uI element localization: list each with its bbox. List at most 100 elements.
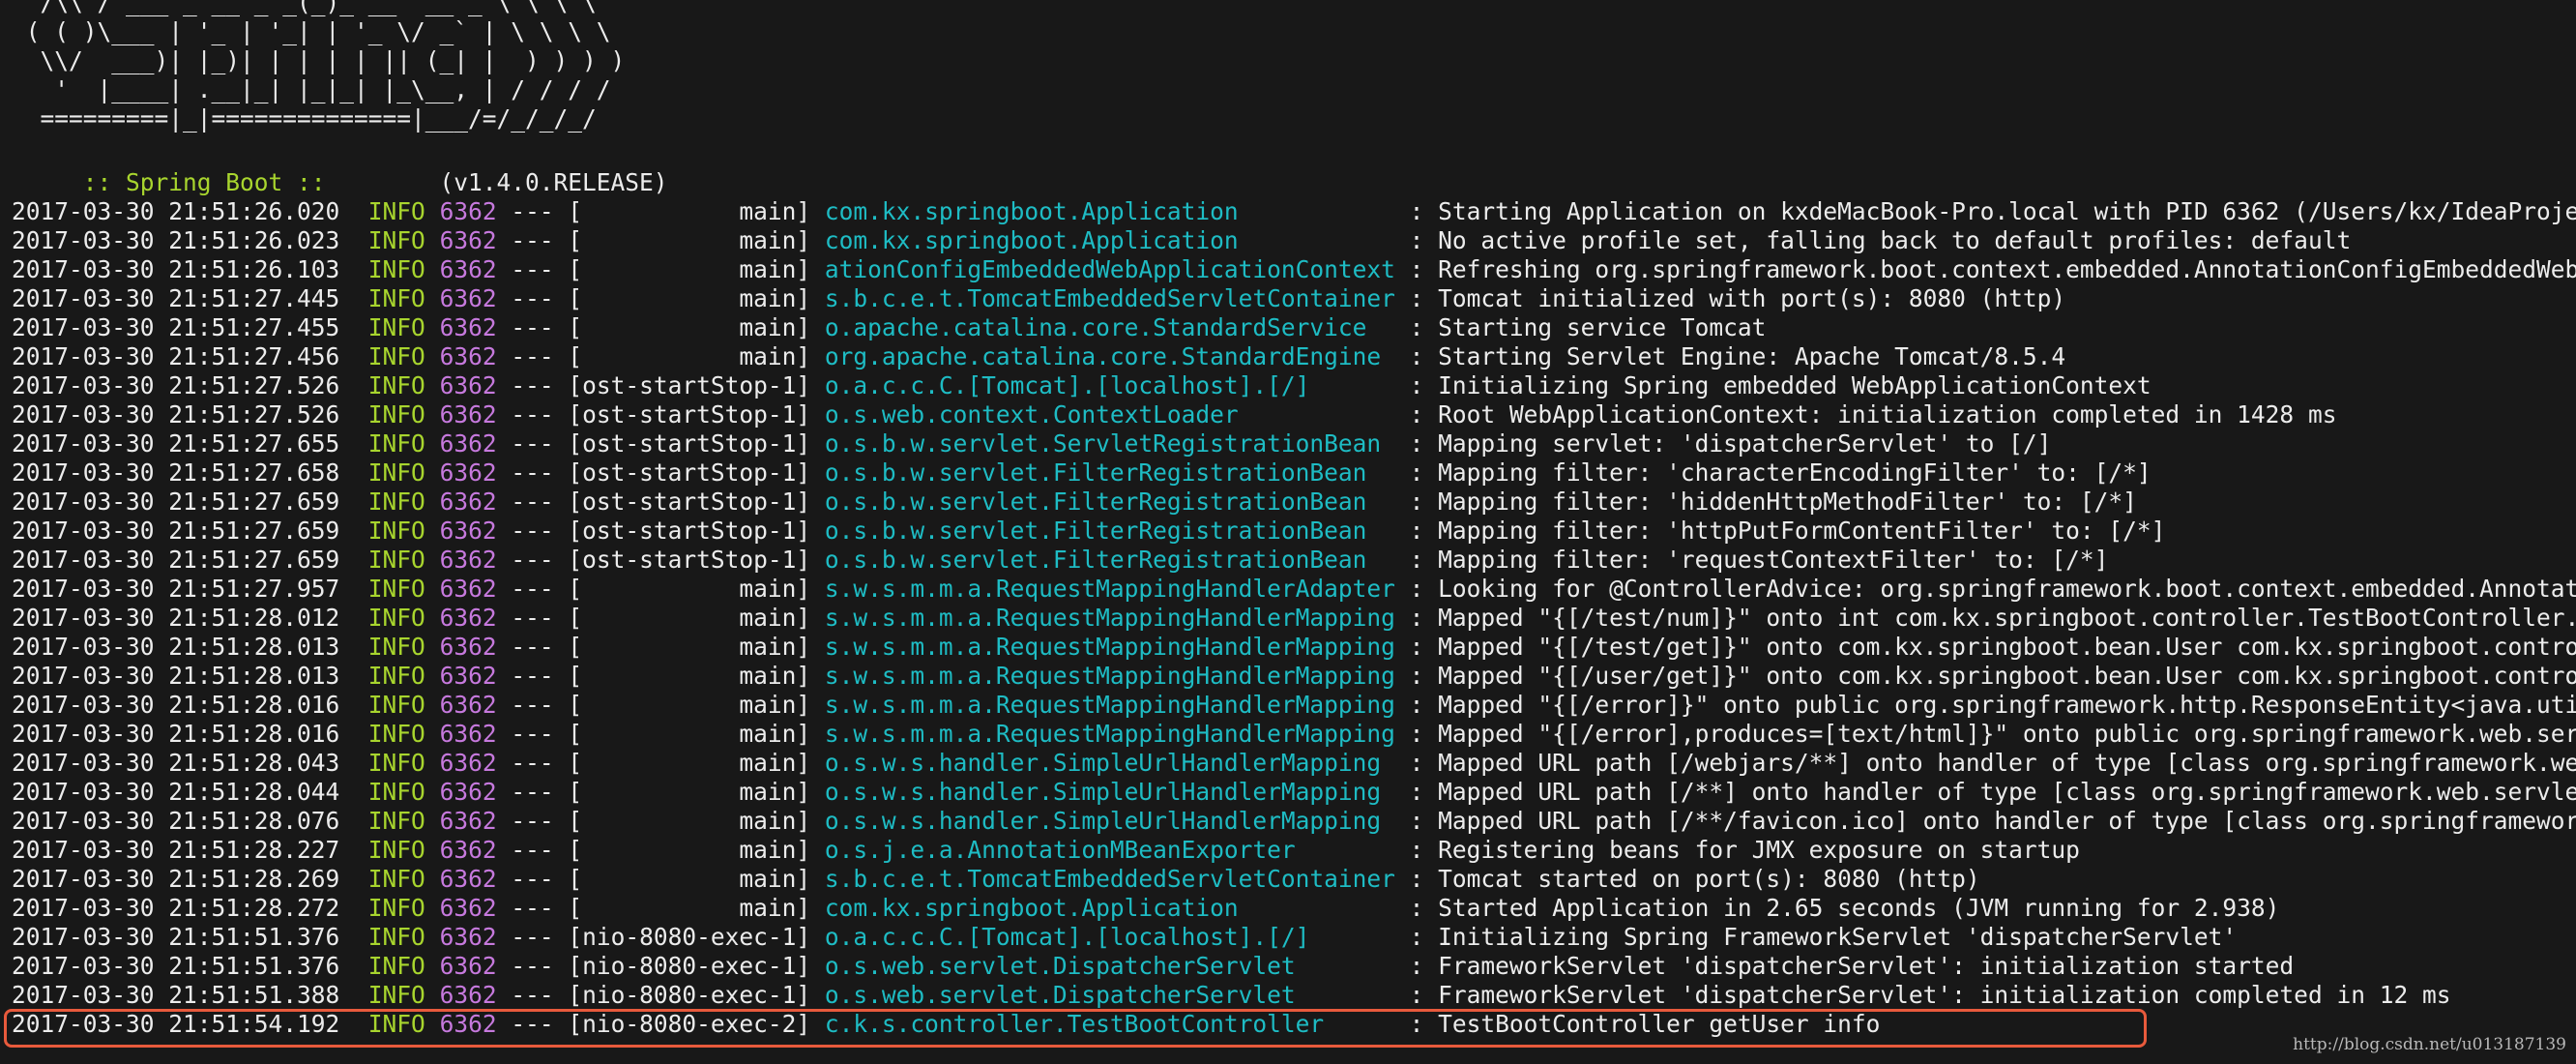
log-message: : Started Application in 2.65 seconds (J… <box>1394 894 2280 922</box>
log-logger: s.w.s.m.m.a.RequestMappingHandlerMapping <box>824 691 1395 719</box>
log-timestamp: 2017-03-30 21:51:28.043 <box>12 749 340 777</box>
log-level: INFO <box>367 807 425 835</box>
log-separator: --- <box>511 807 554 835</box>
log-timestamp: 2017-03-30 21:51:28.016 <box>12 691 340 719</box>
log-message: : Mapping filter: 'httpPutFormContentFil… <box>1394 517 2166 545</box>
log-thread: [nio-8080-exec-1] <box>568 981 811 1009</box>
log-message: : Mapped "{[/user/get]}" onto com.kx.spr… <box>1409 662 2576 690</box>
log-separator: --- <box>511 836 554 864</box>
log-pid: 6362 <box>439 720 497 748</box>
terminal-window[interactable]: /\\ / ___'_ __ _ _(_)_ __ __ _ \ \ \ \ (… <box>0 0 2576 1064</box>
log-line: 2017-03-30 21:51:27.526 INFO 6362 --- [o… <box>12 371 2576 400</box>
log-separator: --- <box>511 749 554 777</box>
log-line: 2017-03-30 21:51:28.227 INFO 6362 --- [ … <box>12 836 2576 865</box>
log-thread: [ost-startStop-1] <box>568 488 811 516</box>
log-thread: [ost-startStop-1] <box>568 458 811 487</box>
log-logger: com.kx.springboot.Application <box>824 226 1395 254</box>
log-timestamp: 2017-03-30 21:51:27.526 <box>12 371 340 399</box>
log-separator: --- <box>511 226 554 254</box>
log-thread: [ main] <box>568 807 811 835</box>
log-thread: [ main] <box>568 836 811 864</box>
log-logger: o.s.b.w.servlet.FilterRegistrationBean <box>824 488 1395 516</box>
log-logger: s.w.s.m.m.a.RequestMappingHandlerMapping <box>824 720 1395 748</box>
log-timestamp: 2017-03-30 21:51:51.388 <box>12 981 340 1009</box>
log-separator: --- <box>511 633 554 661</box>
log-timestamp: 2017-03-30 21:51:27.957 <box>12 575 340 603</box>
log-thread: [ main] <box>568 865 811 893</box>
log-timestamp: 2017-03-30 21:51:26.023 <box>12 226 340 254</box>
log-logger: org.apache.catalina.core.StandardEngine <box>824 342 1395 370</box>
log-line: 2017-03-30 21:51:27.456 INFO 6362 --- [ … <box>12 342 2576 371</box>
log-message: : Root WebApplicationContext: initializa… <box>1394 400 2337 429</box>
log-logger: o.s.w.s.handler.SimpleUrlHandlerMapping <box>824 778 1395 806</box>
log-pid: 6362 <box>439 662 497 690</box>
log-logger: o.s.j.e.a.AnnotationMBeanExporter <box>824 836 1395 864</box>
log-separator: --- <box>511 662 554 690</box>
log-separator: --- <box>511 197 554 225</box>
log-logger: com.kx.springboot.Application <box>824 197 1395 225</box>
log-separator: --- <box>511 458 554 487</box>
log-message: : FrameworkServlet 'dispatcherServlet': … <box>1394 981 2451 1009</box>
log-thread: [ main] <box>568 255 811 283</box>
log-separator: --- <box>511 691 554 719</box>
spring-boot-version: (v1.4.0.RELEASE) <box>325 168 668 196</box>
spring-boot-label: :: Spring Boot :: <box>69 168 326 196</box>
log-line: 2017-03-30 21:51:51.376 INFO 6362 --- [n… <box>12 923 2576 952</box>
log-separator: --- <box>511 720 554 748</box>
log-pid: 6362 <box>439 604 497 632</box>
log-pid: 6362 <box>439 517 497 545</box>
log-thread: [nio-8080-exec-1] <box>568 923 811 951</box>
log-message: : Mapped URL path [/**] onto handler of … <box>1409 778 2576 806</box>
log-separator: --- <box>511 342 554 370</box>
log-level: INFO <box>367 429 425 458</box>
log-timestamp: 2017-03-30 21:51:27.445 <box>12 284 340 312</box>
log-timestamp: 2017-03-30 21:51:51.376 <box>12 923 340 951</box>
log-separator: --- <box>511 255 554 283</box>
log-line: 2017-03-30 21:51:27.526 INFO 6362 --- [o… <box>12 400 2576 429</box>
log-level: INFO <box>367 284 425 312</box>
log-pid: 6362 <box>439 400 497 429</box>
log-timestamp: 2017-03-30 21:51:28.016 <box>12 720 340 748</box>
log-pid: 6362 <box>439 488 497 516</box>
log-level: INFO <box>367 981 425 1009</box>
log-timestamp: 2017-03-30 21:51:27.456 <box>12 342 340 370</box>
log-line: 2017-03-30 21:51:27.658 INFO 6362 --- [o… <box>12 458 2576 488</box>
log-timestamp: 2017-03-30 21:51:28.227 <box>12 836 340 864</box>
log-message: : Starting Application on kxdeMacBook-Pr… <box>1409 197 2576 225</box>
log-level: INFO <box>367 604 425 632</box>
log-logger: s.b.c.e.t.TomcatEmbeddedServletContainer <box>824 865 1395 893</box>
log-pid: 6362 <box>439 342 497 370</box>
log-timestamp: 2017-03-30 21:51:27.658 <box>12 458 340 487</box>
log-level: INFO <box>367 952 425 980</box>
log-separator: --- <box>511 546 554 574</box>
log-logger: o.s.b.w.servlet.ServletRegistrationBean <box>824 429 1395 458</box>
log-level: INFO <box>367 546 425 574</box>
log-logger: com.kx.springboot.Application <box>824 894 1395 922</box>
log-line: 2017-03-30 21:51:28.043 INFO 6362 --- [ … <box>12 749 2576 778</box>
log-level: INFO <box>367 226 425 254</box>
log-timestamp: 2017-03-30 21:51:26.103 <box>12 255 340 283</box>
log-line: 2017-03-30 21:51:27.659 INFO 6362 --- [o… <box>12 546 2576 575</box>
log-message: : Starting service Tomcat <box>1394 313 1767 341</box>
log-message: : FrameworkServlet 'dispatcherServlet': … <box>1394 952 2295 980</box>
log-level: INFO <box>367 633 425 661</box>
log-thread: [ main] <box>568 720 811 748</box>
log-pid: 6362 <box>439 575 497 603</box>
log-thread: [ost-startStop-1] <box>568 429 811 458</box>
log-thread: [ main] <box>568 749 811 777</box>
log-thread: [ost-startStop-1] <box>568 546 811 574</box>
log-thread: [nio-8080-exec-1] <box>568 952 811 980</box>
log-line: 2017-03-30 21:51:26.020 INFO 6362 --- [ … <box>12 197 2576 226</box>
log-message: : Starting Servlet Engine: Apache Tomcat… <box>1394 342 2066 370</box>
log-timestamp: 2017-03-30 21:51:27.659 <box>12 488 340 516</box>
log-line: 2017-03-30 21:51:27.455 INFO 6362 --- [ … <box>12 313 2576 342</box>
log-timestamp: 2017-03-30 21:51:27.659 <box>12 517 340 545</box>
log-separator: --- <box>511 604 554 632</box>
log-line: 2017-03-30 21:51:27.445 INFO 6362 --- [ … <box>12 284 2576 313</box>
log-timestamp: 2017-03-30 21:51:28.044 <box>12 778 340 806</box>
log-logger: o.s.w.s.handler.SimpleUrlHandlerMapping <box>824 749 1395 777</box>
log-level: INFO <box>367 691 425 719</box>
log-separator: --- <box>511 429 554 458</box>
banner-line: ' |____| .__|_| |_|_| |_\__, | / / / / <box>12 75 611 103</box>
log-pid: 6362 <box>439 546 497 574</box>
